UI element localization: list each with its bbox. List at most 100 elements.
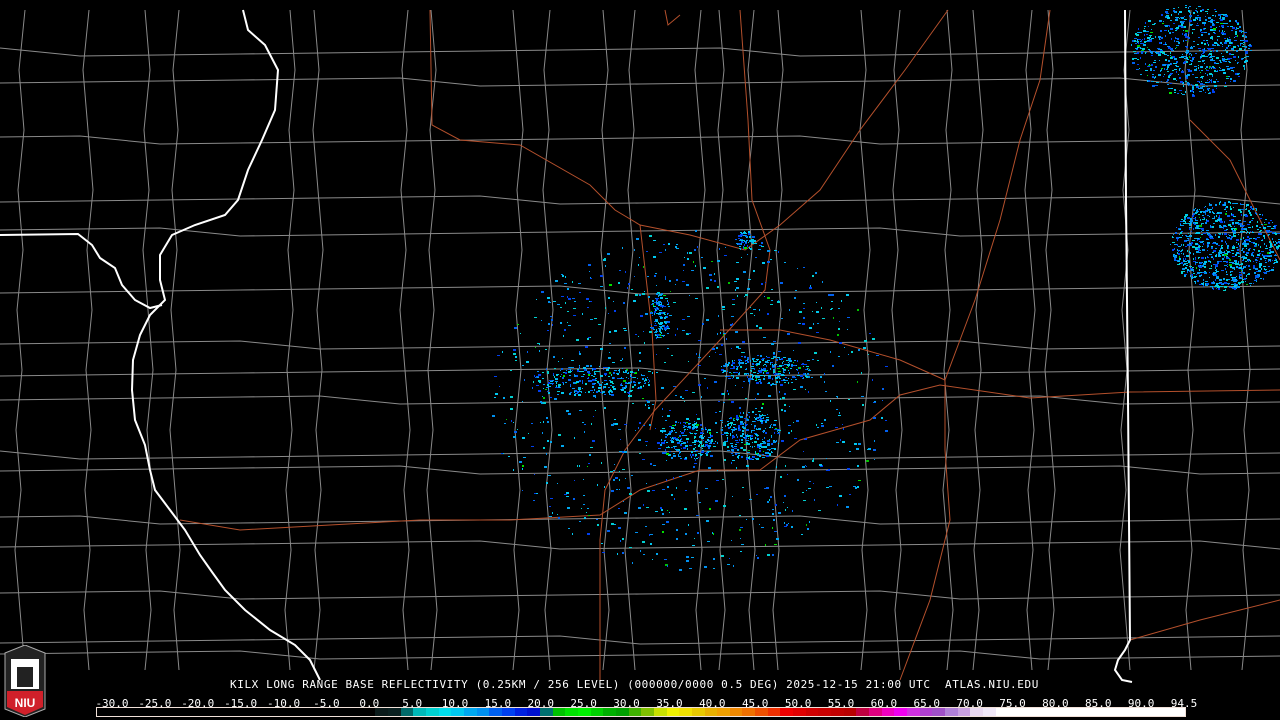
radar-echo bbox=[1202, 86, 1205, 87]
radar-echo bbox=[1204, 32, 1207, 33]
radar-echo bbox=[732, 431, 733, 433]
radar-echo bbox=[662, 416, 663, 417]
radar-echo bbox=[688, 524, 689, 526]
radar-echo bbox=[561, 368, 563, 370]
radar-echo bbox=[736, 375, 737, 376]
county-line bbox=[972, 9, 984, 671]
radar-echo bbox=[1221, 245, 1223, 246]
radar-echo bbox=[1233, 70, 1234, 72]
radar-echo bbox=[696, 428, 697, 429]
radar-echo bbox=[1240, 220, 1241, 221]
radar-echo bbox=[662, 452, 664, 454]
radar-echo bbox=[561, 296, 564, 297]
radar-echo bbox=[600, 286, 603, 287]
radar-echo bbox=[1142, 43, 1144, 44]
radar-echo bbox=[1221, 270, 1224, 271]
radar-echo bbox=[660, 328, 663, 329]
radar-echo bbox=[635, 334, 637, 335]
radar-echo bbox=[676, 446, 677, 447]
radar-echo bbox=[751, 438, 752, 440]
radar-echo bbox=[675, 395, 677, 396]
radar-echo bbox=[1229, 42, 1232, 44]
radar-echo bbox=[1225, 49, 1226, 51]
radar-echo bbox=[1249, 283, 1252, 284]
radar-echo bbox=[773, 424, 776, 426]
radar-echo bbox=[1137, 32, 1140, 33]
radar-echo bbox=[673, 477, 674, 479]
radar-echo bbox=[531, 423, 533, 424]
radar-echo bbox=[1257, 221, 1258, 223]
mississippi-river-border bbox=[130, 9, 321, 681]
radar-echo bbox=[606, 383, 608, 385]
radar-echo bbox=[641, 374, 642, 376]
radar-echo bbox=[1262, 254, 1263, 256]
radar-echo bbox=[753, 360, 754, 362]
radar-echo bbox=[763, 337, 766, 338]
radar-echo bbox=[645, 313, 648, 315]
radar-echo bbox=[727, 437, 728, 439]
radar-echo bbox=[765, 282, 766, 283]
radar-echo bbox=[719, 411, 721, 412]
radar-echo bbox=[1173, 254, 1175, 255]
radar-echo bbox=[705, 441, 707, 443]
radar-echo bbox=[563, 335, 564, 337]
radar-echo bbox=[570, 369, 571, 371]
radar-echo bbox=[837, 334, 839, 336]
radar-echo bbox=[1265, 248, 1268, 249]
radar-echo bbox=[1174, 92, 1176, 93]
radar-echo bbox=[557, 304, 560, 305]
radar-echo bbox=[612, 362, 615, 363]
radar-echo bbox=[780, 398, 781, 400]
radar-echo bbox=[542, 372, 544, 373]
radar-echo bbox=[697, 246, 698, 248]
radar-echo bbox=[1185, 267, 1187, 269]
radar-echo bbox=[740, 412, 741, 414]
radar-echo bbox=[511, 420, 512, 422]
radar-echo bbox=[752, 518, 754, 520]
radar-echo bbox=[689, 445, 692, 446]
radar-echo bbox=[710, 434, 711, 436]
radar-echo bbox=[688, 333, 691, 334]
radar-echo bbox=[743, 449, 746, 451]
radar-echo bbox=[722, 422, 723, 423]
radar-echo bbox=[1165, 25, 1168, 27]
radar-echo bbox=[1196, 68, 1197, 70]
radar-echo bbox=[1200, 72, 1201, 73]
radar-echo bbox=[1244, 32, 1247, 33]
radar-echo bbox=[1174, 69, 1177, 70]
radar-echo bbox=[1183, 264, 1186, 265]
radar-echo bbox=[1224, 225, 1226, 226]
radar-echo bbox=[1189, 244, 1192, 246]
radar-echo bbox=[749, 499, 752, 500]
radar-echo bbox=[738, 348, 741, 349]
radar-echo bbox=[772, 367, 775, 368]
radar-echo bbox=[1203, 263, 1206, 265]
radar-echo bbox=[638, 336, 639, 337]
radar-echo bbox=[1163, 64, 1166, 66]
radar-echo bbox=[1232, 262, 1234, 264]
radar-echo bbox=[788, 382, 789, 384]
radar-echo bbox=[1249, 44, 1251, 46]
radar-echo bbox=[1246, 243, 1249, 245]
radar-echo bbox=[1264, 224, 1267, 225]
radar-echo bbox=[1243, 215, 1245, 216]
radar-echo bbox=[1242, 249, 1243, 250]
radar-echo bbox=[763, 420, 766, 421]
radar-echo bbox=[836, 409, 838, 410]
radar-echo bbox=[671, 438, 672, 440]
radar-echo bbox=[1212, 89, 1214, 91]
radar-echo bbox=[708, 467, 711, 469]
radar-echo bbox=[565, 276, 566, 278]
radar-echo bbox=[1231, 277, 1232, 278]
radar-echo bbox=[741, 435, 743, 437]
radar-echo bbox=[1206, 66, 1208, 68]
colorbar-cell bbox=[1058, 708, 1072, 716]
colorbar-cell bbox=[312, 708, 325, 716]
radar-echo bbox=[685, 390, 688, 391]
radar-echo bbox=[748, 231, 750, 233]
radar-echo bbox=[654, 311, 656, 313]
radar-echo bbox=[569, 375, 571, 376]
radar-echo bbox=[801, 364, 803, 365]
radar-echo bbox=[681, 441, 683, 442]
radar-echo bbox=[1212, 75, 1213, 77]
